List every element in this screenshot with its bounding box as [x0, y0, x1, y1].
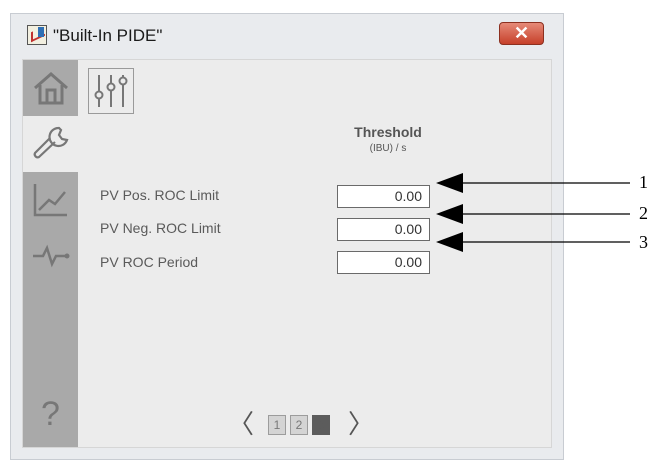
callout-label-3: 3 [639, 232, 648, 252]
callout-arrow-2 [436, 204, 630, 224]
callout-label-1: 1 [639, 172, 648, 192]
callout-label-2: 2 [639, 203, 648, 223]
callout-arrow-3 [436, 232, 630, 252]
callout-arrows [436, 173, 630, 252]
callout-arrow-1 [436, 173, 630, 193]
